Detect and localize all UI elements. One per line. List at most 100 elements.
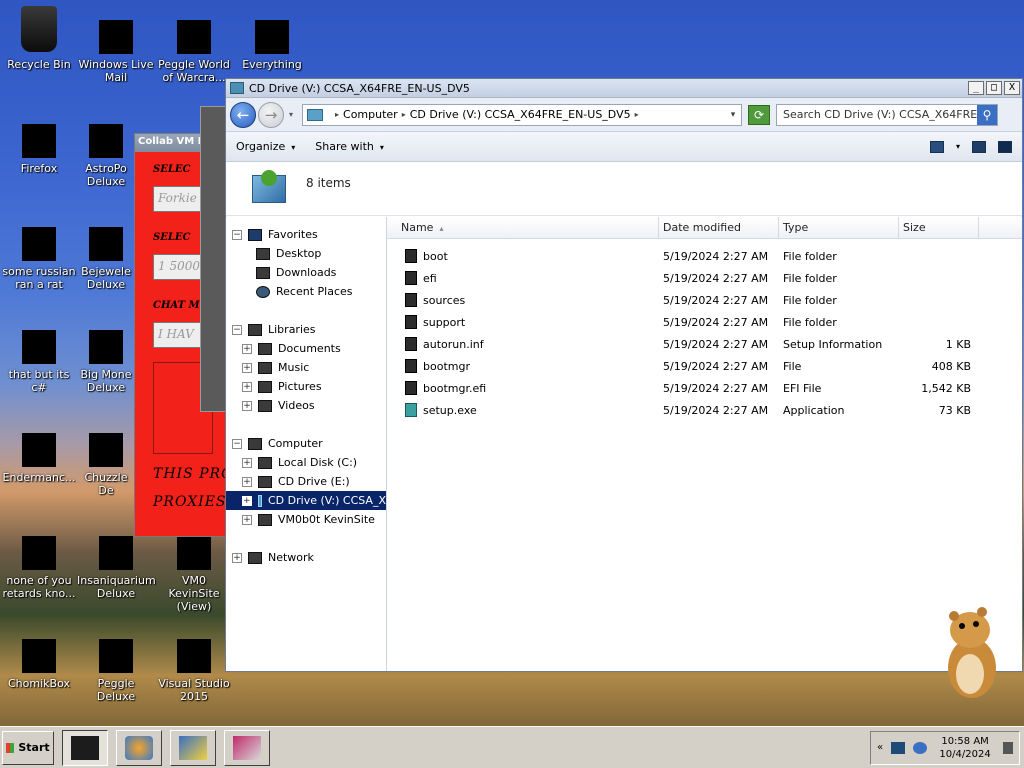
forward-button[interactable]: → bbox=[258, 101, 284, 128]
nav-pictures[interactable]: + Pictures bbox=[226, 377, 386, 396]
preview-pane-icon[interactable] bbox=[972, 140, 986, 153]
big-money-icon[interactable]: Big Mone Deluxe bbox=[77, 330, 135, 394]
volume-icon[interactable] bbox=[913, 741, 928, 754]
chuzzle-icon[interactable]: Chuzzle De bbox=[77, 433, 135, 497]
file-name: efi bbox=[423, 271, 437, 285]
clock[interactable]: 10:58 AM 10/4/2024 bbox=[935, 735, 995, 761]
nav-vm0b0t[interactable]: + VM0b0t KevinSite bbox=[226, 510, 386, 529]
action-center-icon[interactable] bbox=[1003, 741, 1013, 754]
nav-cd-drive-e[interactable]: + CD Drive (E:) bbox=[226, 472, 386, 491]
refresh-button[interactable]: ⟳ bbox=[748, 104, 770, 125]
nav-local-disk[interactable]: + Local Disk (C:) bbox=[226, 453, 386, 472]
file-row[interactable]: boot 5/19/2024 2:27 AM File folder bbox=[387, 245, 1022, 267]
some-russian-icon[interactable]: some russian ran a rat bbox=[0, 227, 78, 291]
search-icon[interactable]: ⚲ bbox=[977, 104, 997, 125]
nav-label: Recent Places bbox=[276, 285, 353, 298]
expand-icon[interactable]: + bbox=[242, 343, 252, 354]
expand-icon[interactable]: + bbox=[242, 457, 252, 468]
breadcrumb-computer[interactable]: Computer bbox=[343, 108, 398, 121]
title-bar[interactable]: CD Drive (V:) CCSA_X64FRE_EN-US_DV5 _ □ … bbox=[226, 79, 1022, 98]
file-row[interactable]: setup.exe 5/19/2024 2:27 AM Application … bbox=[387, 399, 1022, 421]
nav-documents[interactable]: + Documents bbox=[226, 339, 386, 358]
column-header-date[interactable]: Date modified bbox=[659, 217, 779, 238]
none-of-you-icon[interactable]: none of you retards kno... bbox=[0, 536, 78, 600]
windows-live-mail-icon[interactable]: Windows Live Mail bbox=[77, 20, 155, 84]
nav-music[interactable]: + Music bbox=[226, 358, 386, 377]
minimize-button[interactable]: _ bbox=[968, 81, 984, 95]
column-header-size[interactable]: Size bbox=[899, 217, 979, 238]
vm0-kevinsite-icon[interactable]: VM0 KevinSite (View) bbox=[155, 536, 233, 613]
breadcrumb-cd-drive[interactable]: CD Drive (V:) CCSA_X64FRE_EN-US_DV5 bbox=[410, 108, 631, 121]
recycle-bin-icon[interactable]: Recycle Bin bbox=[0, 6, 78, 71]
file-size: 408 KB bbox=[931, 359, 971, 373]
file-row[interactable]: support 5/19/2024 2:27 AM File folder bbox=[387, 311, 1022, 333]
nav-computer[interactable]: − Computer bbox=[226, 434, 386, 453]
expand-icon[interactable]: + bbox=[242, 400, 252, 411]
file-size: 1 KB bbox=[945, 337, 971, 351]
file-row[interactable]: bootmgr 5/19/2024 2:27 AM File 408 KB bbox=[387, 355, 1022, 377]
nav-videos[interactable]: + Videos bbox=[226, 396, 386, 415]
view-dropdown-icon[interactable]: ▾ bbox=[956, 142, 960, 151]
breadcrumb-separator-icon[interactable]: ▸ bbox=[635, 110, 639, 119]
explorer-window[interactable]: CD Drive (V:) CCSA_X64FRE_EN-US_DV5 _ □ … bbox=[225, 78, 1023, 672]
help-icon[interactable] bbox=[998, 140, 1012, 153]
nav-libraries[interactable]: − Libraries bbox=[226, 320, 386, 339]
column-header-type[interactable]: Type bbox=[779, 217, 899, 238]
collapse-icon[interactable]: − bbox=[232, 229, 242, 240]
insaniquarium-icon[interactable]: Insaniquarium Deluxe bbox=[77, 536, 156, 600]
nav-cd-drive-v[interactable]: + CD Drive (V:) CCSA_X bbox=[226, 491, 386, 510]
file-row[interactable]: efi 5/19/2024 2:27 AM File folder bbox=[387, 267, 1022, 289]
expand-icon[interactable]: + bbox=[242, 381, 252, 392]
nav-desktop[interactable]: Desktop bbox=[226, 244, 386, 263]
taskbar-app-media-player[interactable] bbox=[116, 729, 162, 766]
expand-icon[interactable]: + bbox=[242, 362, 252, 373]
change-view-icon[interactable] bbox=[929, 140, 944, 153]
taskbar-app-explorer[interactable] bbox=[62, 729, 108, 766]
nav-downloads[interactable]: Downloads bbox=[226, 263, 386, 282]
breadcrumb-separator-icon[interactable]: ▸ bbox=[402, 110, 406, 119]
maximize-button[interactable]: □ bbox=[986, 81, 1002, 95]
taskbar-app-other[interactable] bbox=[224, 729, 270, 766]
expand-icon[interactable]: + bbox=[242, 495, 252, 506]
astropop-icon[interactable]: AstroPo Deluxe bbox=[77, 124, 135, 188]
hamster-desktop-pet-icon[interactable] bbox=[940, 600, 1004, 700]
file-row[interactable]: sources 5/19/2024 2:27 AM File folder bbox=[387, 289, 1022, 311]
display-icon[interactable] bbox=[891, 741, 906, 754]
organize-button[interactable]: Organize ▾ bbox=[236, 140, 295, 153]
that-but-its-csharp-icon[interactable]: that but its c# bbox=[0, 330, 78, 394]
breadcrumb-separator-icon[interactable]: ▸ bbox=[335, 110, 339, 119]
collapse-icon[interactable]: − bbox=[232, 324, 242, 335]
show-hidden-icons-icon[interactable]: « bbox=[877, 742, 883, 753]
taskbar-app-control-panel[interactable] bbox=[170, 729, 216, 766]
bejeweled-icon[interactable]: Bejewele Deluxe bbox=[77, 227, 135, 291]
desktop-icon-label: Everything bbox=[242, 58, 302, 71]
everything-icon[interactable]: Everything bbox=[233, 20, 311, 71]
nav-recent-places[interactable]: Recent Places bbox=[226, 282, 386, 301]
column-header-name[interactable]: Name ▴ bbox=[387, 217, 659, 238]
documents-icon bbox=[258, 342, 272, 355]
share-with-button[interactable]: Share with ▾ bbox=[315, 140, 384, 153]
visual-studio-icon[interactable]: Visual Studio 2015 bbox=[155, 639, 233, 703]
address-bar[interactable]: ▸ Computer ▸ CD Drive (V:) CCSA_X64FRE_E… bbox=[302, 103, 742, 126]
expand-icon[interactable]: + bbox=[242, 476, 252, 487]
expand-icon[interactable]: + bbox=[242, 514, 252, 525]
file-row[interactable]: autorun.inf 5/19/2024 2:27 AM Setup Info… bbox=[387, 333, 1022, 355]
peggle-world-icon[interactable]: Peggle World of Warcra... bbox=[155, 20, 233, 84]
address-dropdown-icon[interactable]: ▾ bbox=[725, 110, 741, 120]
back-button[interactable]: ← bbox=[230, 101, 256, 128]
expand-icon[interactable]: + bbox=[232, 552, 242, 563]
nav-network[interactable]: + Network bbox=[226, 548, 386, 567]
endermanch-icon[interactable]: Endermanc... bbox=[0, 433, 78, 484]
nav-favorites[interactable]: − Favorites bbox=[226, 225, 386, 244]
desktop-icon-label: some russian ran a rat bbox=[2, 265, 76, 291]
search-input[interactable]: Search CD Drive (V:) CCSA_X64FRE_E... ⚲ bbox=[776, 103, 998, 126]
file-row[interactable]: bootmgr.efi 5/19/2024 2:27 AM EFI File 1… bbox=[387, 377, 1022, 399]
recent-pages-dropdown[interactable]: ▾ bbox=[286, 110, 296, 119]
chomikbox-icon[interactable]: ChomikBox bbox=[0, 639, 78, 690]
collapse-icon[interactable]: − bbox=[232, 438, 242, 449]
peggle-deluxe-icon[interactable]: Peggle Deluxe bbox=[77, 639, 155, 703]
start-button[interactable]: Start bbox=[2, 730, 54, 765]
firefox-icon[interactable]: Firefox bbox=[0, 124, 78, 175]
close-button[interactable]: X bbox=[1004, 81, 1020, 95]
nav-label: CD Drive (V:) CCSA_X bbox=[268, 494, 386, 507]
